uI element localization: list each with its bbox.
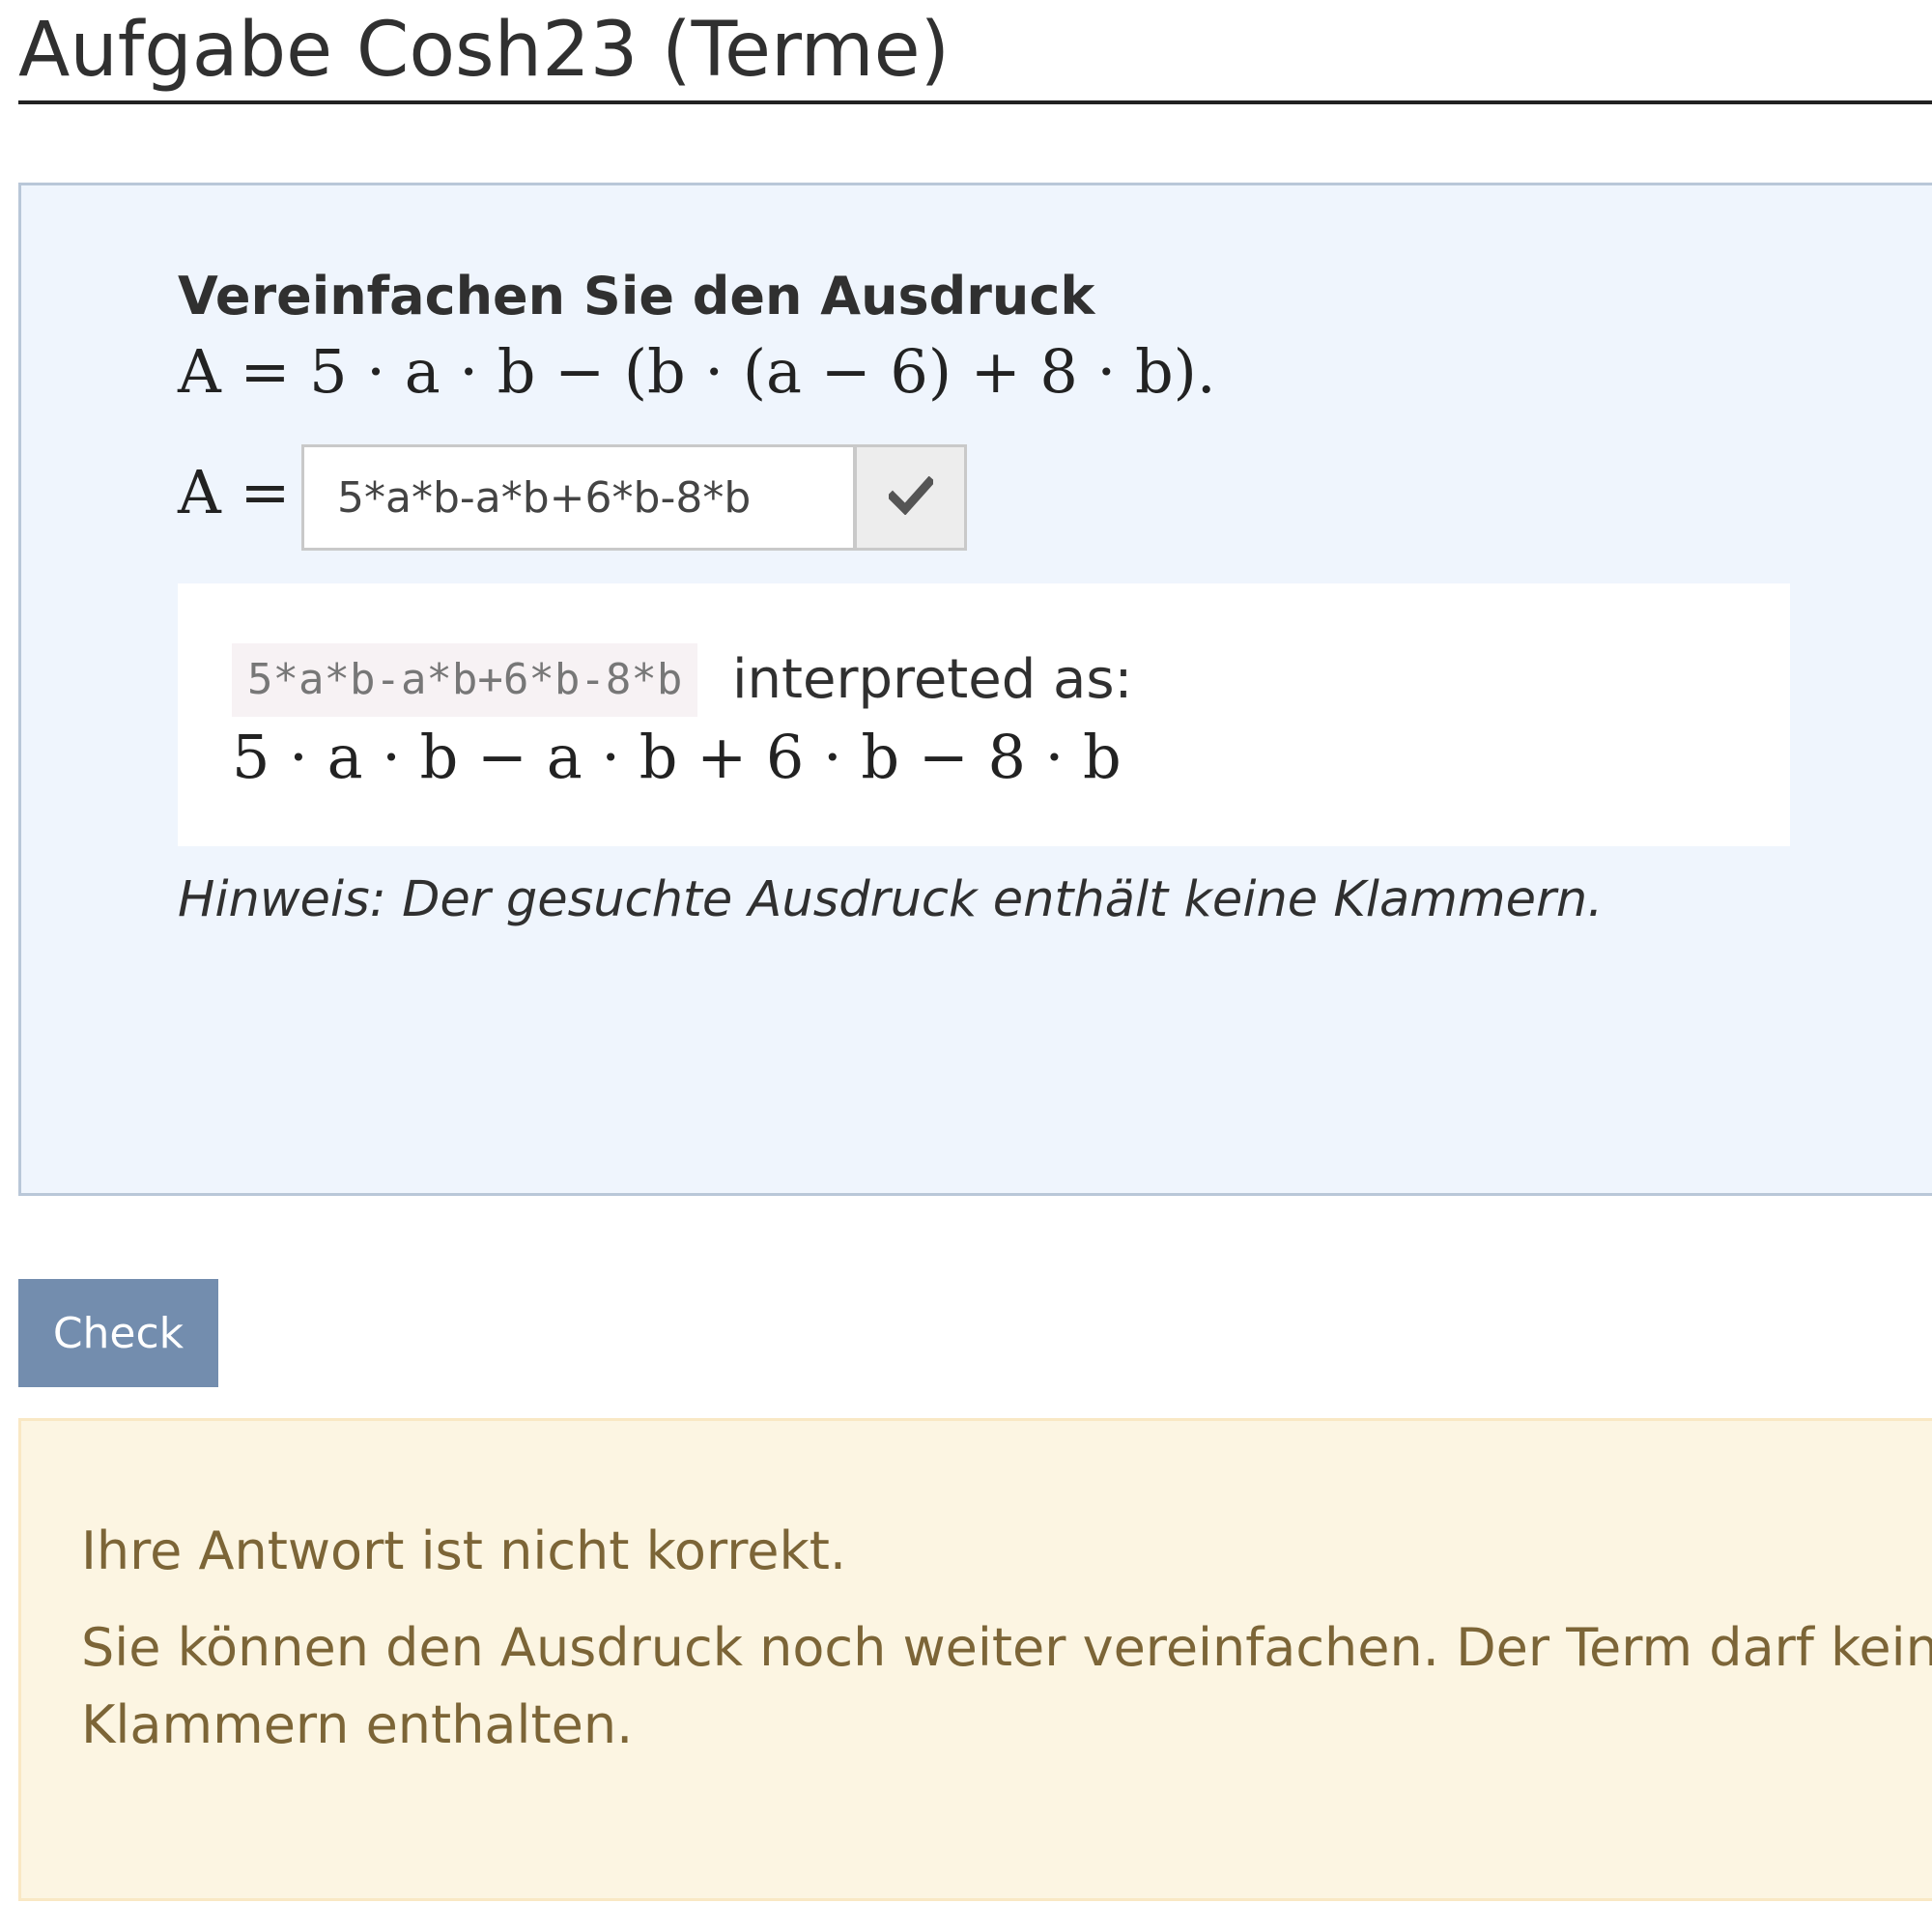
answer-input[interactable] <box>301 444 856 551</box>
interpretation-preview: 5*a*b-a*b+6*b-8*b interpreted as: 5 · a … <box>178 583 1790 846</box>
answer-label: A = <box>178 457 291 527</box>
checkmark-icon <box>886 475 935 519</box>
feedback-detail-cont: Klammern enthalten. <box>81 1694 634 1755</box>
page-title: Aufgabe Cosh23 (Terme) <box>18 7 951 94</box>
feedback-detail: Sie können den Ausdruck noch weiter vere… <box>81 1617 1932 1678</box>
interpreted-label: interpreted as: <box>732 648 1133 711</box>
raw-input-code: 5*a*b-a*b+6*b-8*b <box>232 643 698 717</box>
math-expression: A = 5 · a · b − (b · (a − 6) + 8 · b). <box>178 336 1216 407</box>
interpreted-math: 5 · a · b − a · b + 6 · b − 8 · b <box>232 722 1122 792</box>
feedback-result: Ihre Antwort ist nicht korrekt. <box>81 1520 847 1581</box>
check-button[interactable]: Check <box>18 1279 218 1387</box>
hint-text: Hinweis: Der gesuchte Ausdruck enthält k… <box>178 871 1604 928</box>
validate-button[interactable] <box>854 444 967 551</box>
question-prompt: Vereinfachen Sie den Ausdruck <box>178 266 1095 327</box>
title-divider <box>18 100 1932 104</box>
